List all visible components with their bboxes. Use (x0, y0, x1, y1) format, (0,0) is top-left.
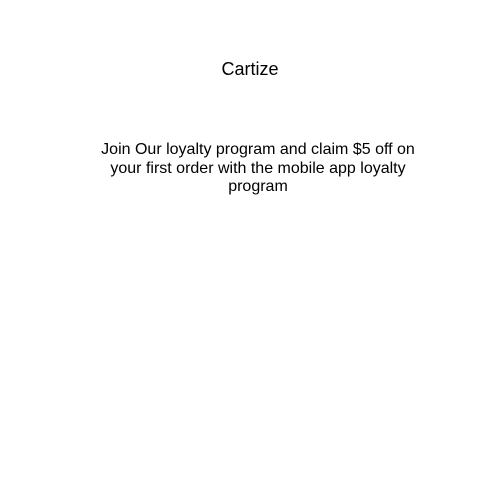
brand-title: Cartize (221, 59, 279, 79)
promo-screen: Cartize Join Our loyalty program and cla… (0, 0, 500, 500)
loyalty-promo-message: Join Our loyalty program and claim $5 of… (101, 141, 415, 195)
